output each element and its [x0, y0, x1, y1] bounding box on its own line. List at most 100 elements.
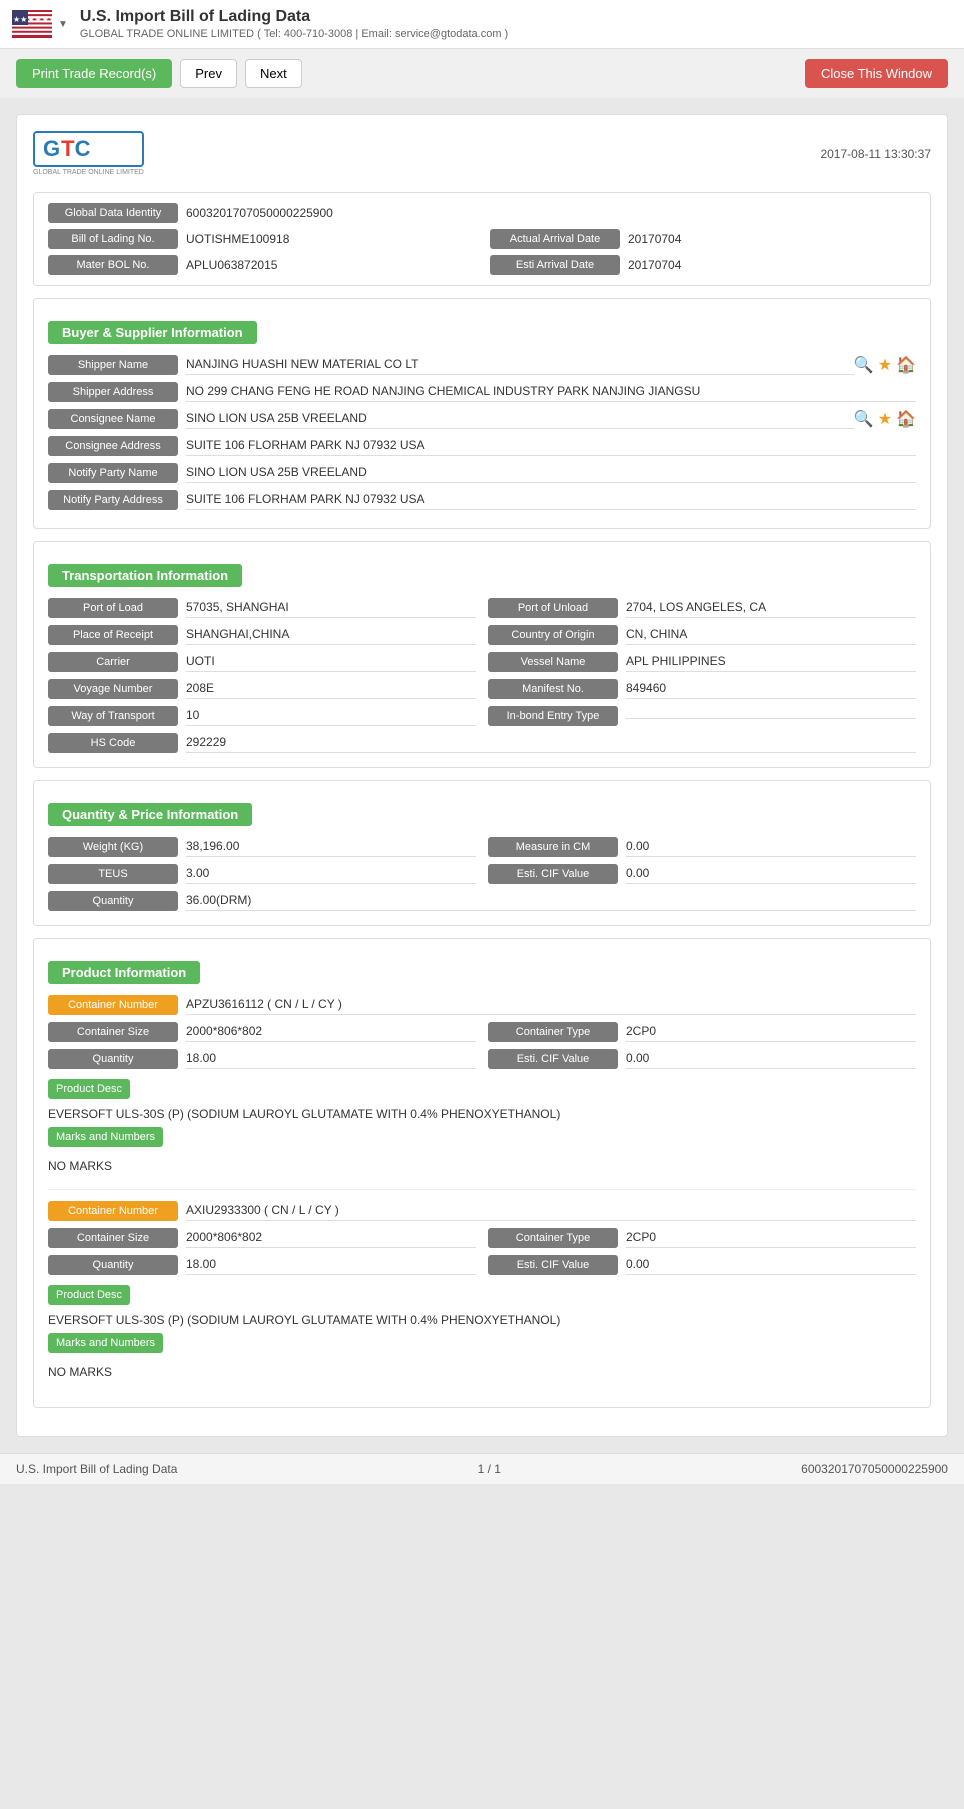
next-button[interactable]: Next [245, 59, 302, 88]
way-transport-value: 10 [186, 705, 476, 726]
esti-arrival-label: Esti Arrival Date [490, 255, 620, 275]
manifest-no-value: 849460 [626, 678, 916, 699]
actual-arrival-label: Actual Arrival Date [490, 229, 620, 249]
vessel-name: Vessel Name APL PHILIPPINES [488, 651, 916, 672]
close-button[interactable]: Close This Window [805, 59, 948, 88]
top-bar: ★★★★★★ ▼ U.S. Import Bill of Lading Data… [0, 0, 964, 49]
qty-1-label: Quantity [48, 1049, 178, 1069]
notify-party-address-value: SUITE 106 FLORHAM PARK NJ 07932 USA [186, 489, 916, 510]
consignee-name-value: SINO LION USA 25B VREELAND [186, 408, 854, 429]
country-origin-label: Country of Origin [488, 625, 618, 645]
search-icon[interactable]: 🔍 [854, 355, 874, 375]
container-size-2-value: 2000*806*802 [186, 1227, 476, 1248]
qty-cif-2-row: Quantity 18.00 Esti. CIF Value 0.00 [48, 1254, 916, 1275]
container-type-2-value: 2CP0 [626, 1227, 916, 1248]
home-icon-2[interactable]: 🏠 [896, 409, 916, 429]
way-inbond-row: Way of Transport 10 In-bond Entry Type [48, 705, 916, 726]
toolbar: Print Trade Record(s) Prev Next Close Th… [0, 49, 964, 98]
marks-2: Marks and Numbers [48, 1333, 916, 1357]
container-size-1-label: Container Size [48, 1022, 178, 1042]
manifest-no-label: Manifest No. [488, 679, 618, 699]
marks-1: Marks and Numbers [48, 1127, 916, 1151]
cif-2-value: 0.00 [626, 1254, 916, 1275]
container-block-2: Container Number AXIU2933300 ( CN / L / … [48, 1200, 916, 1395]
cif-2-label: Esti. CIF Value [488, 1255, 618, 1275]
notify-party-address-row: Notify Party Address SUITE 106 FLORHAM P… [48, 489, 916, 510]
container-type-2-label: Container Type [488, 1228, 618, 1248]
container-size-2-label: Container Size [48, 1228, 178, 1248]
esti-cif: Esti. CIF Value 0.00 [488, 863, 916, 884]
record-card: G T C GLOBAL TRADE ONLINE LIMITED 2017-0… [16, 114, 948, 1437]
quantity-row: Quantity 36.00(DRM) [48, 890, 916, 911]
way-transport: Way of Transport 10 [48, 705, 476, 726]
measure-value: 0.00 [626, 836, 916, 857]
record-header: G T C GLOBAL TRADE ONLINE LIMITED 2017-0… [33, 131, 931, 176]
teus-cif-row: TEUS 3.00 Esti. CIF Value 0.00 [48, 863, 916, 884]
measure: Measure in CM 0.00 [488, 836, 916, 857]
marks-1-label: Marks and Numbers [48, 1127, 163, 1147]
esti-right: Esti Arrival Date 20170704 [490, 255, 916, 275]
teus-value: 3.00 [186, 863, 476, 884]
vessel-name-value: APL PHILIPPINES [626, 651, 916, 672]
product-info-section: Product Information Container Number APZ… [33, 938, 931, 1408]
quantity-price-title: Quantity & Price Information [48, 803, 252, 826]
qty-1: Quantity 18.00 [48, 1048, 476, 1069]
container-size-2: Container Size 2000*806*802 [48, 1227, 476, 1248]
global-data-identity-row: Global Data Identity 6003201707050000225… [48, 203, 916, 223]
qty-2: Quantity 18.00 [48, 1254, 476, 1275]
buyer-supplier-section: Buyer & Supplier Information Shipper Nam… [33, 298, 931, 529]
product-desc-2-label: Product Desc [48, 1285, 130, 1305]
marks-2-value: NO MARKS [48, 1361, 916, 1379]
product-desc-2-value: EVERSOFT ULS-30S (P) (SODIUM LAUROYL GLU… [48, 1313, 916, 1327]
manifest-no: Manifest No. 849460 [488, 678, 916, 699]
place-receipt-value: SHANGHAI,CHINA [186, 624, 476, 645]
port-unload-label: Port of Unload [488, 598, 618, 618]
country-origin-value: CN, CHINA [626, 624, 916, 645]
port-unload-value: 2704, LOS ANGELES, CA [626, 597, 916, 618]
container-number-1-row: Container Number APZU3616112 ( CN / L / … [48, 994, 916, 1015]
container-size-1: Container Size 2000*806*802 [48, 1021, 476, 1042]
dropdown-arrow[interactable]: ▼ [58, 19, 68, 30]
container-type-2: Container Type 2CP0 [488, 1227, 916, 1248]
container-type-1-label: Container Type [488, 1022, 618, 1042]
marks-2-label: Marks and Numbers [48, 1333, 163, 1353]
voyage-number-label: Voyage Number [48, 679, 178, 699]
search-icon-2[interactable]: 🔍 [854, 409, 874, 429]
print-button[interactable]: Print Trade Record(s) [16, 59, 172, 88]
voyage-number: Voyage Number 208E [48, 678, 476, 699]
carrier-vessel-row: Carrier UOTI Vessel Name APL PHILIPPINES [48, 651, 916, 672]
port-load-value: 57035, SHANGHAI [186, 597, 476, 618]
notify-party-name-row: Notify Party Name SINO LION USA 25B VREE… [48, 462, 916, 483]
weight-label: Weight (KG) [48, 837, 178, 857]
notify-party-address-label: Notify Party Address [48, 490, 178, 510]
port-row: Port of Load 57035, SHANGHAI Port of Unl… [48, 597, 916, 618]
global-data-identity-value: 6003201707050000225900 [186, 206, 333, 220]
global-data-identity-label: Global Data Identity [48, 203, 178, 223]
prev-button[interactable]: Prev [180, 59, 237, 88]
esti-cif-label: Esti. CIF Value [488, 864, 618, 884]
bol-right: Actual Arrival Date 20170704 [490, 229, 916, 249]
home-icon[interactable]: 🏠 [896, 355, 916, 375]
weight-value: 38,196.00 [186, 836, 476, 857]
esti-cif-value: 0.00 [626, 863, 916, 884]
logo-subtext: GLOBAL TRADE ONLINE LIMITED [33, 169, 144, 176]
container-size-1-value: 2000*806*802 [186, 1021, 476, 1042]
inbond-entry: In-bond Entry Type [488, 705, 916, 726]
country-origin: Country of Origin CN, CHINA [488, 624, 916, 645]
cif-2: Esti. CIF Value 0.00 [488, 1254, 916, 1275]
container-number-1-label: Container Number [48, 995, 178, 1015]
main-content: G T C GLOBAL TRADE ONLINE LIMITED 2017-0… [0, 98, 964, 1453]
logo-area: G T C GLOBAL TRADE ONLINE LIMITED [33, 131, 144, 176]
star-icon-2[interactable]: ★ [878, 409, 892, 429]
consignee-address-label: Consignee Address [48, 436, 178, 456]
footer-left: U.S. Import Bill of Lading Data [16, 1462, 177, 1476]
identity-section: Global Data Identity 6003201707050000225… [33, 192, 931, 286]
star-icon[interactable]: ★ [878, 355, 892, 375]
marks-1-value: NO MARKS [48, 1155, 916, 1173]
page-subtitle: GLOBAL TRADE ONLINE LIMITED ( Tel: 400-7… [80, 28, 508, 40]
inbond-entry-label: In-bond Entry Type [488, 706, 618, 726]
qty-2-label: Quantity [48, 1255, 178, 1275]
logo-c: C [75, 136, 91, 162]
actual-arrival-value: 20170704 [628, 232, 681, 246]
bill-of-lading-label: Bill of Lading No. [48, 229, 178, 249]
